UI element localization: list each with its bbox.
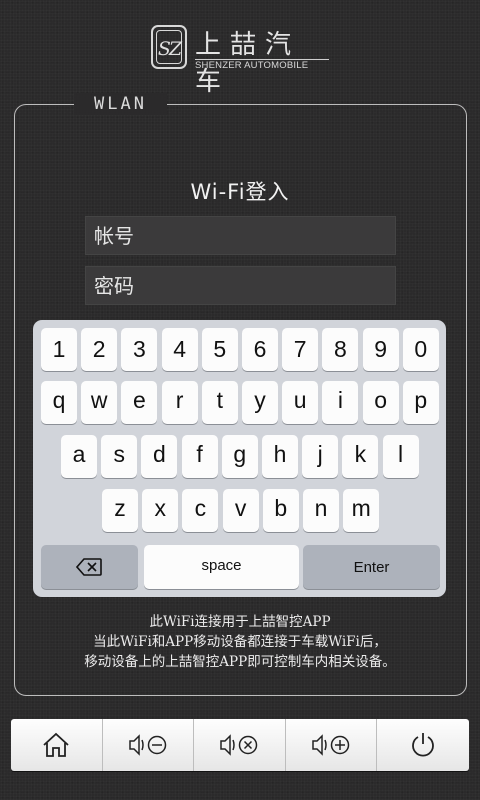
space-key[interactable]: space [144,545,299,589]
key-x[interactable]: x [142,489,179,532]
key-4[interactable]: 4 [161,328,198,371]
key-k[interactable]: k [342,435,379,478]
on-screen-keyboard: space Enter 1234567890 qwertyuiop asdfghjk… [33,320,446,597]
key-g[interactable]: g [221,435,258,478]
power-button[interactable] [377,719,469,771]
key-d[interactable]: d [141,435,178,478]
key-2[interactable]: 2 [81,328,118,371]
volume-down-button[interactable] [103,719,195,771]
key-n[interactable]: n [303,489,339,532]
bottom-control-bar [11,719,469,771]
home-icon [43,732,69,757]
key-j[interactable]: j [302,435,339,478]
key-r[interactable]: r [161,381,198,424]
power-icon [412,733,435,757]
account-field[interactable]: 帐号 [85,216,396,255]
key-5[interactable]: 5 [201,328,238,371]
logo-english-name: SHENZER AUTOMOBILE [195,60,309,71]
password-field[interactable]: 密码 [85,266,396,305]
page-title: Wi-Fi登入 [190,180,290,204]
info-line: 当此WiFi和APP移动设备都连接于车载WiFi后， [93,634,387,650]
panel-legend: WLAN [74,93,167,115]
key-1[interactable]: 1 [41,328,77,371]
volume-up-button[interactable] [286,719,378,771]
volume-up-icon [312,734,350,756]
key-a[interactable]: a [61,435,97,478]
key-3[interactable]: 3 [121,328,158,371]
key-m[interactable]: m [343,489,380,532]
info-text: 此WiFi连接用于上喆智控APP 当此WiFi和APP移动设备都连接于车载WiF… [0,612,480,672]
key-0[interactable]: 0 [402,328,439,371]
key-s[interactable]: s [101,435,138,478]
key-i[interactable]: i [322,381,359,424]
home-button[interactable] [11,719,103,771]
mute-button[interactable] [194,719,286,771]
brand-logo: SZ 上喆汽车 SHENZER AUTOMOBILE [151,22,331,97]
key-u[interactable]: u [282,381,319,424]
key-t[interactable]: t [201,381,238,424]
key-o[interactable]: o [362,381,399,424]
key-h[interactable]: h [262,435,298,478]
backspace-icon [76,558,102,576]
key-q[interactable]: q [41,381,77,424]
logo-badge-text: SZ [156,30,182,64]
key-8[interactable]: 8 [322,328,359,371]
key-c[interactable]: c [182,489,219,532]
key-y[interactable]: y [242,381,278,424]
logo-badge: SZ [151,25,187,69]
enter-key[interactable]: Enter [303,545,440,589]
key-p[interactable]: p [402,381,439,424]
volume-down-icon [129,734,167,756]
backspace-key[interactable] [41,545,138,589]
key-w[interactable]: w [81,381,118,424]
key-6[interactable]: 6 [242,328,278,371]
key-z[interactable]: z [102,489,138,532]
key-b[interactable]: b [262,489,299,532]
key-f[interactable]: f [181,435,218,478]
key-7[interactable]: 7 [282,328,319,371]
info-line: 此WiFi连接用于上喆智控APP [149,614,331,630]
key-e[interactable]: e [121,381,158,424]
key-9[interactable]: 9 [362,328,399,371]
info-line: 移动设备上的上喆智控APP即可控制车内相关设备。 [84,654,396,670]
mute-icon [220,734,258,756]
key-v[interactable]: v [222,489,259,532]
key-l[interactable]: l [382,435,419,478]
